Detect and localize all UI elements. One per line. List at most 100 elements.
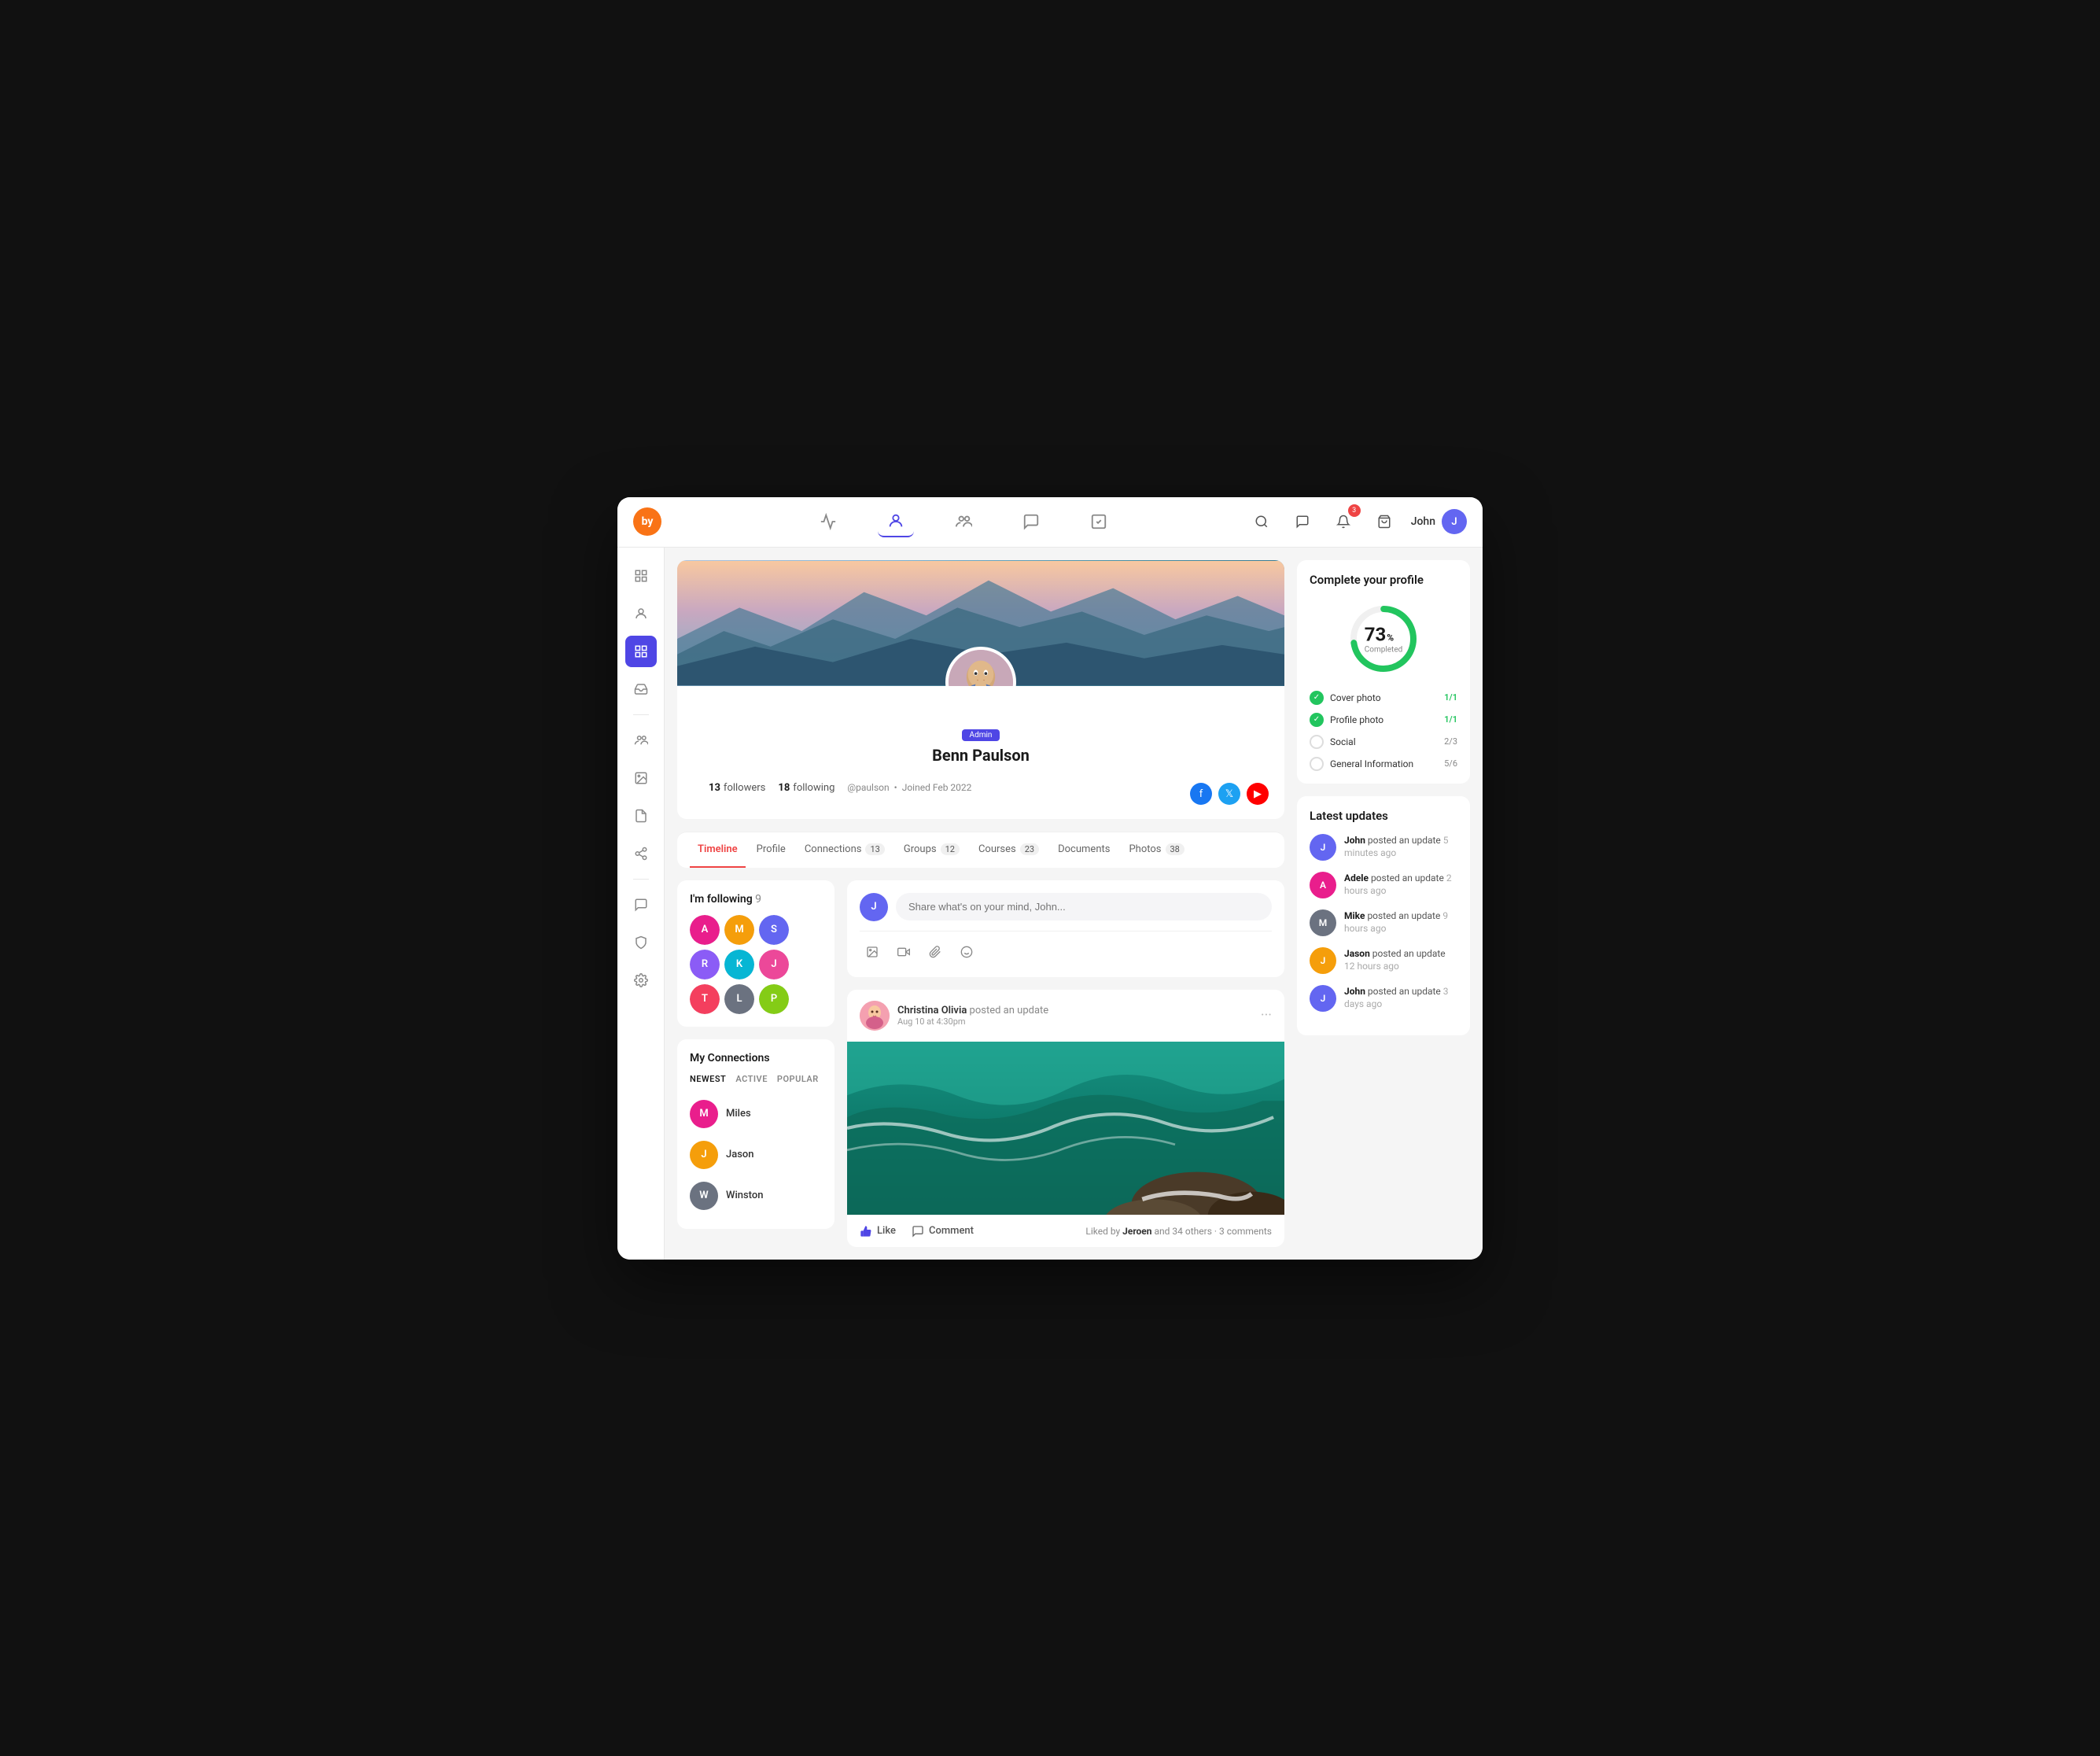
sidebar-docs[interactable] [625, 800, 657, 832]
tab-timeline[interactable]: Timeline [690, 832, 746, 868]
following-avatar-grid: A M S R K J T L P [690, 915, 822, 1014]
completion-profile-photo: ✓ Profile photo 1/1 [1310, 713, 1457, 727]
john-1-text: John posted an update 5 minutes ago [1344, 834, 1457, 861]
profile-stats: 13 followers 18 following @paulson • Joi… [693, 782, 987, 806]
user-menu[interactable]: John J [1411, 509, 1467, 534]
social-score: 2/3 [1444, 736, 1457, 747]
following-avatar-7[interactable]: T [690, 984, 720, 1014]
completion-card: Complete your profile [1297, 560, 1470, 784]
compose-video-btn[interactable] [891, 939, 916, 965]
logo-area: by [633, 507, 680, 536]
social-label: Social [1330, 736, 1438, 747]
right-sidebar: Complete your profile [1297, 560, 1470, 1247]
tab-documents[interactable]: Documents [1050, 832, 1118, 868]
post-image [847, 1042, 1284, 1215]
nav-center [680, 506, 1247, 537]
sidebar [617, 548, 665, 1260]
completion-title: Complete your profile [1310, 573, 1457, 587]
compose-emoji-btn[interactable] [954, 939, 979, 965]
profile-photo-done-icon: ✓ [1310, 713, 1324, 727]
following-avatar-1[interactable]: A [690, 915, 720, 945]
following-avatar-8[interactable]: L [724, 984, 754, 1014]
following-avatar-9[interactable]: P [759, 984, 789, 1014]
profile-info: Admin Benn Paulson [677, 686, 1284, 782]
connection-miles: M Miles [690, 1094, 822, 1134]
update-john-2: J John posted an update 3 days ago [1310, 985, 1457, 1012]
following-avatar-2[interactable]: M [724, 915, 754, 945]
tab-courses[interactable]: Courses 23 [971, 832, 1047, 868]
compose-input[interactable] [896, 893, 1272, 920]
app-logo[interactable]: by [633, 507, 661, 536]
donut-container: 73% Completed [1344, 599, 1423, 678]
tab-profile[interactable]: Profile [749, 832, 794, 868]
profile-avatar [945, 647, 1016, 686]
jason-name: Jason [726, 1149, 754, 1160]
post-compose: J [847, 880, 1284, 977]
nav-activity[interactable] [810, 507, 846, 537]
sidebar-shield[interactable] [625, 927, 657, 958]
conn-tab-popular[interactable]: POPULAR [777, 1074, 819, 1084]
like-button[interactable]: Like [860, 1225, 896, 1238]
adele-avatar: A [1310, 872, 1336, 898]
john-2-avatar: J [1310, 985, 1336, 1012]
following-avatar-6[interactable]: J [759, 950, 789, 979]
nav-right: 3 John J [1247, 507, 1467, 536]
profile-photo-label: Profile photo [1330, 714, 1438, 725]
compose-attachment-btn[interactable] [923, 939, 948, 965]
sidebar-inbox[interactable] [625, 673, 657, 705]
conn-tab-newest[interactable]: NEWEST [690, 1074, 726, 1084]
profile-join: Joined Feb 2022 [902, 782, 972, 793]
tab-connections[interactable]: Connections 13 [797, 832, 893, 868]
comment-button[interactable]: Comment [912, 1225, 974, 1238]
sidebar-user[interactable] [625, 598, 657, 629]
nav-messages[interactable] [1013, 507, 1049, 537]
twitter-link[interactable]: 𝕏 [1218, 783, 1240, 805]
cart-button[interactable] [1370, 507, 1398, 536]
messages-button[interactable] [1288, 507, 1317, 536]
compose-actions [860, 931, 1272, 965]
adele-text: Adele posted an update 2 hours ago [1344, 872, 1457, 898]
nav-people[interactable] [945, 507, 982, 537]
nav-profile[interactable] [878, 506, 914, 537]
mike-avatar: M [1310, 909, 1336, 936]
connections-tabs: NEWEST ACTIVE POPULAR [690, 1074, 822, 1084]
sidebar-photos[interactable] [625, 762, 657, 794]
following-avatar-3[interactable]: S [759, 915, 789, 945]
donut-percent: 73% [1365, 623, 1403, 645]
post-header: Christina Olivia posted an update Aug 10… [847, 990, 1284, 1042]
divider-2 [633, 879, 649, 880]
sidebar-groups[interactable] [625, 725, 657, 756]
sidebar-settings[interactable] [625, 965, 657, 996]
cover-photo-score: 1/1 [1444, 692, 1457, 703]
compose-photo-btn[interactable] [860, 939, 885, 965]
notifications-button[interactable]: 3 [1329, 507, 1358, 536]
cover-photo-done-icon: ✓ [1310, 691, 1324, 705]
profile-stats-row: 13 followers 18 following @paulson • Joi… [677, 782, 1284, 819]
miles-name: Miles [726, 1108, 751, 1120]
post-card: Christina Olivia posted an update Aug 10… [847, 990, 1284, 1247]
tab-groups[interactable]: Groups 12 [896, 832, 967, 868]
youtube-link[interactable]: ▶ [1247, 783, 1269, 805]
post-author-avatar [860, 1001, 890, 1031]
following-avatar-4[interactable]: R [690, 950, 720, 979]
sidebar-menu-toggle[interactable] [625, 560, 657, 592]
search-button[interactable] [1247, 507, 1276, 536]
profile-photo-score: 1/1 [1444, 714, 1457, 725]
post-more-button[interactable]: ··· [1261, 1007, 1272, 1024]
sidebar-chat[interactable] [625, 889, 657, 920]
feed-layout: I'm following 9 A M S R K J T L [677, 880, 1284, 1247]
profile-name: Benn Paulson [693, 746, 1269, 765]
facebook-link[interactable]: f [1190, 783, 1212, 805]
comment-label: Comment [929, 1225, 974, 1237]
compose-avatar: J [860, 893, 888, 921]
sidebar-connections[interactable] [625, 838, 657, 869]
connection-jason: J Jason [690, 1134, 822, 1175]
conn-tab-active[interactable]: ACTIVE [735, 1074, 768, 1084]
following-avatar-5[interactable]: K [724, 950, 754, 979]
nav-tasks[interactable] [1081, 507, 1117, 537]
feed-left: I'm following 9 A M S R K J T L [677, 880, 834, 1247]
tab-photos[interactable]: Photos 38 [1121, 832, 1192, 868]
following-widget-title: I'm following 9 [690, 893, 822, 906]
sidebar-grid[interactable] [625, 636, 657, 667]
compose-top: J [860, 893, 1272, 921]
